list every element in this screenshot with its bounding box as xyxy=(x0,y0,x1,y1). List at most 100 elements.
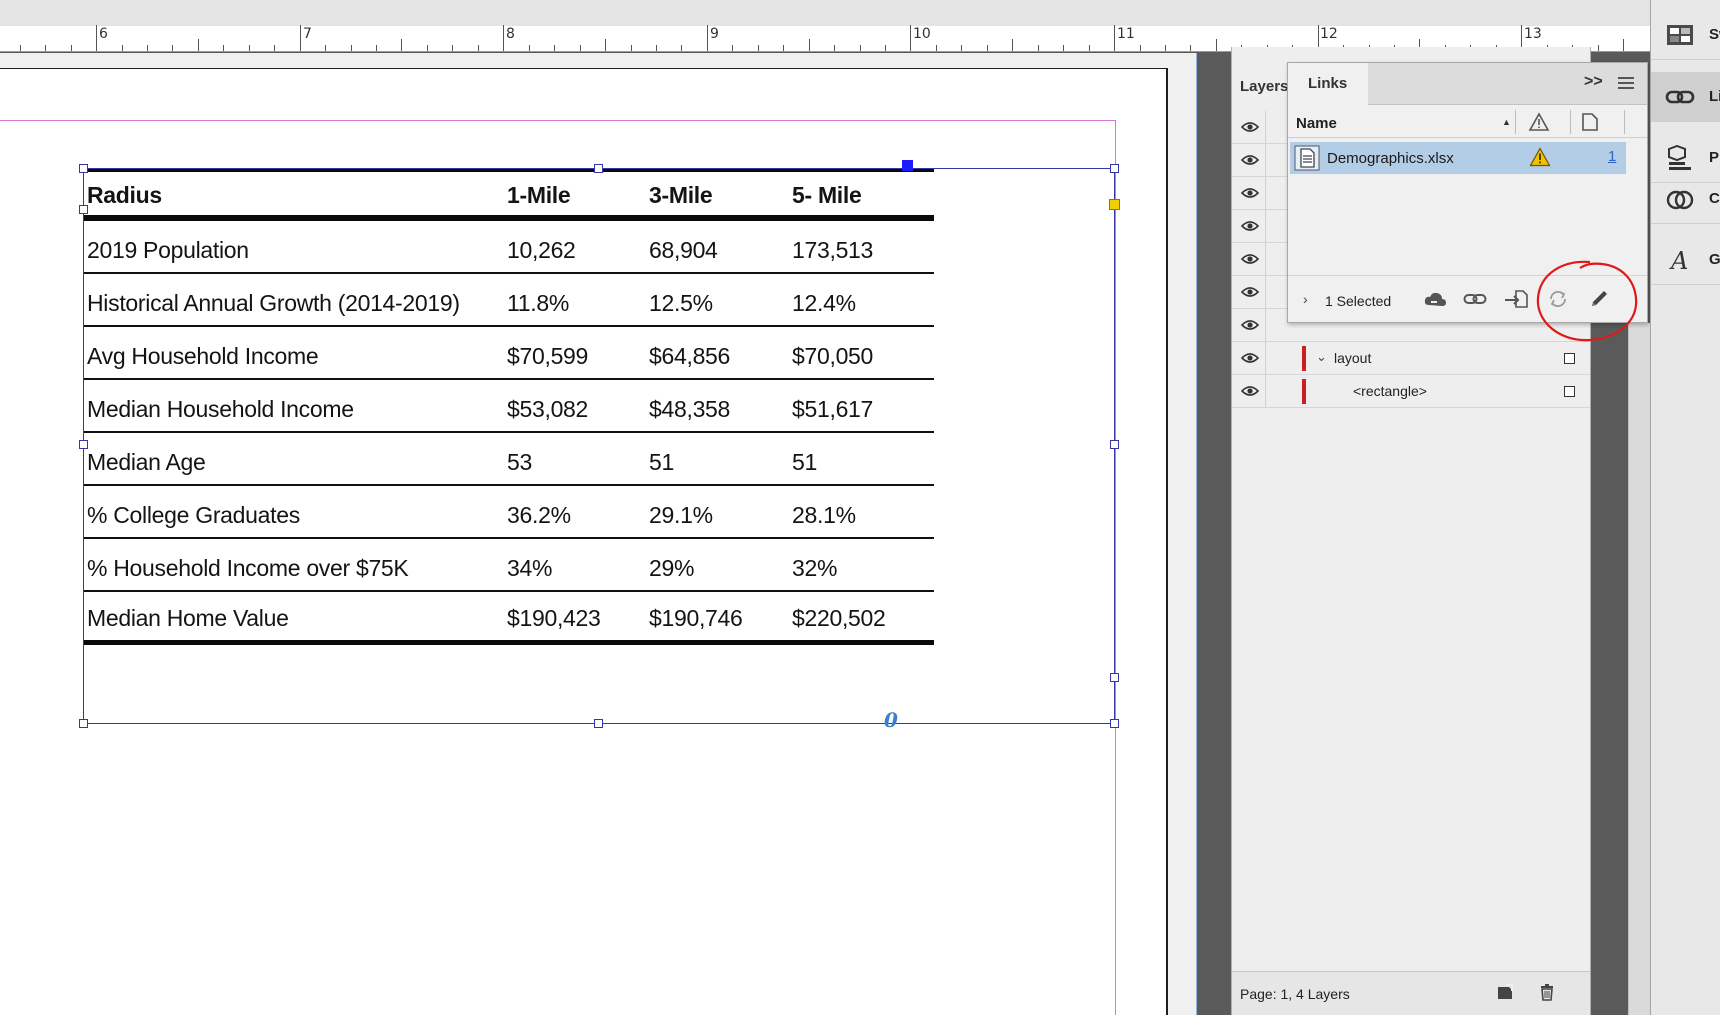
column-divider xyxy=(1570,110,1571,134)
visibility-eye-icon[interactable] xyxy=(1241,252,1259,266)
new-layer-icon[interactable] xyxy=(1496,983,1514,1001)
margin-guide-top xyxy=(0,120,1116,121)
layer-selection-square[interactable] xyxy=(1564,353,1575,364)
ruler-tick xyxy=(426,45,428,51)
ruler-tick xyxy=(808,39,810,51)
ruler-number: 13 xyxy=(1524,26,1542,42)
tab-layers[interactable]: Layers xyxy=(1232,67,1292,105)
ruler-tick xyxy=(1139,45,1141,51)
ruler-tick xyxy=(1164,45,1166,51)
status-column-warning-icon[interactable] xyxy=(1528,112,1550,132)
ruler-tick xyxy=(605,39,606,51)
visibility-eye-icon[interactable] xyxy=(1241,318,1259,332)
selected-count: 1 Selected xyxy=(1325,293,1392,309)
ruler-tick xyxy=(783,45,785,51)
edit-original-pencil-icon[interactable] xyxy=(1588,289,1612,309)
ruler-tick xyxy=(197,39,199,51)
frame-handle-middle-right[interactable] xyxy=(1110,440,1119,449)
ruler-number: 6 xyxy=(99,26,108,42)
panel-scrollbar[interactable] xyxy=(1628,323,1650,1015)
ruler-tick xyxy=(935,45,937,51)
visibility-eye-icon[interactable] xyxy=(1241,120,1259,134)
ruler-tick xyxy=(503,25,505,51)
links-panel[interactable]: Links >> Name ▲ Demographics.xlsx 1 › 1 … xyxy=(1287,62,1648,323)
layer-name[interactable]: layout xyxy=(1334,350,1371,366)
go-to-link-icon[interactable] xyxy=(1504,289,1528,309)
frame-handle-top-left[interactable] xyxy=(79,164,88,173)
update-link-icon[interactable] xyxy=(1546,289,1570,309)
trash-icon[interactable] xyxy=(1538,983,1556,1001)
ruler-number: 7 xyxy=(303,26,312,42)
warning-modified-icon[interactable] xyxy=(1529,147,1551,167)
horizontal-ruler[interactable]: 6 7 8 9 10 11 12 13 xyxy=(0,0,1650,52)
layers-footer: Page: 1, 4 Layers xyxy=(1232,971,1590,1015)
frame-handle-top-center[interactable] xyxy=(594,164,603,173)
page-column-icon[interactable] xyxy=(1581,112,1599,132)
tab-links[interactable]: Links xyxy=(1288,63,1368,105)
content-grabber-handle[interactable] xyxy=(902,160,913,171)
dock-item-swatches[interactable]: Swatches xyxy=(1651,10,1720,60)
panel-dock[interactable]: Swatches Links Properties CC Libraries A… xyxy=(1650,0,1720,1015)
ruler-tick xyxy=(630,45,632,51)
relink-cc-libraries-icon[interactable] xyxy=(1423,289,1447,309)
frame-handle-bottom-center[interactable] xyxy=(594,719,603,728)
dock-item-links[interactable]: Links xyxy=(1651,72,1720,122)
visibility-eye-icon[interactable] xyxy=(1241,285,1259,299)
link-file-name[interactable]: Demographics.xlsx xyxy=(1327,150,1454,167)
dock-item-glyphs[interactable]: A Glyphs xyxy=(1651,235,1720,285)
ruler-tick xyxy=(1114,25,1115,51)
dock-item-cc-libraries[interactable]: CC Libraries xyxy=(1651,174,1720,224)
visibility-eye-icon[interactable] xyxy=(1241,153,1259,167)
layer-name[interactable]: <rectangle> xyxy=(1353,383,1427,399)
ruler-tick xyxy=(70,45,72,51)
ruler-tick xyxy=(655,45,657,51)
text-frame-in-port[interactable] xyxy=(79,205,88,214)
ruler-tick xyxy=(579,45,581,51)
link-page-number[interactable]: 1 xyxy=(1608,148,1616,165)
ruler-tick xyxy=(19,45,21,51)
layer-selection-square[interactable] xyxy=(1564,386,1575,397)
ruler-tick xyxy=(274,45,276,51)
sort-ascending-icon[interactable]: ▲ xyxy=(1502,117,1511,127)
text-frame-out-port[interactable] xyxy=(1110,673,1119,682)
visibility-eye-icon[interactable] xyxy=(1241,351,1259,365)
layer-row-layout[interactable]: ⌄ layout xyxy=(1232,342,1590,375)
dock-label: Properties xyxy=(1709,149,1720,166)
ruler-tick xyxy=(248,45,250,51)
row-separator xyxy=(1265,342,1266,374)
ruler-number: 11 xyxy=(1117,26,1135,42)
ruler-tick xyxy=(299,25,301,51)
row-separator xyxy=(1265,144,1266,176)
ruler-tick xyxy=(325,45,327,51)
ruler-tick xyxy=(757,45,759,51)
column-name-header[interactable]: Name xyxy=(1296,115,1337,132)
chevron-down-icon[interactable]: ⌄ xyxy=(1316,349,1327,365)
selected-text-frame[interactable] xyxy=(83,168,1115,724)
frame-handle-bottom-left[interactable] xyxy=(79,719,88,728)
ruler-tick xyxy=(376,45,377,51)
visibility-eye-icon[interactable] xyxy=(1241,186,1259,200)
link-item-demographics[interactable]: Demographics.xlsx 1 xyxy=(1290,142,1626,174)
frame-handle-top-right[interactable] xyxy=(1110,164,1119,173)
ruler-tick xyxy=(1088,45,1090,51)
ruler-tick xyxy=(1012,39,1014,51)
properties-icon xyxy=(1668,145,1691,170)
visibility-eye-icon[interactable] xyxy=(1241,219,1259,233)
visibility-eye-icon[interactable] xyxy=(1241,384,1259,398)
cc-libraries-icon xyxy=(1666,190,1694,210)
layer-row-rectangle[interactable]: <rectangle> xyxy=(1232,375,1590,408)
row-separator xyxy=(1265,243,1266,275)
ruler-tick xyxy=(45,45,47,51)
relink-icon[interactable] xyxy=(1463,289,1487,309)
ruler-tick xyxy=(172,45,174,51)
collapse-panel-button[interactable]: >> xyxy=(1584,73,1603,91)
column-divider xyxy=(1624,110,1625,134)
ruler-tick xyxy=(528,45,530,51)
ruler-number: 10 xyxy=(913,26,931,42)
frame-handle-bottom-right[interactable] xyxy=(1110,719,1119,728)
panel-menu-icon[interactable] xyxy=(1618,77,1634,89)
row-separator xyxy=(1265,177,1266,209)
chevron-right-icon[interactable]: › xyxy=(1303,291,1308,307)
live-corner-handle[interactable] xyxy=(1109,199,1120,210)
frame-handle-middle-left[interactable] xyxy=(79,440,88,449)
